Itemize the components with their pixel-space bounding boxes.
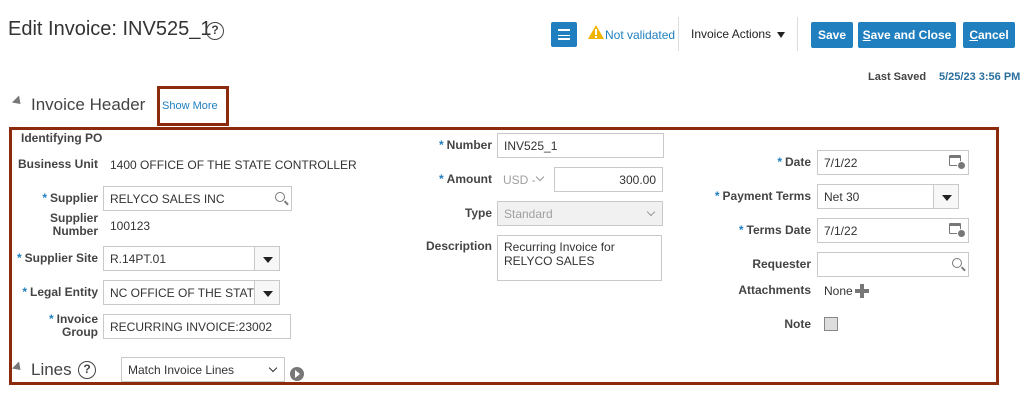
terms-date-value: 7/1/22: [824, 223, 858, 238]
required-marker: *: [42, 191, 47, 205]
save-and-close-button[interactable]: Save and Close: [858, 22, 956, 48]
date-value: 7/1/22: [824, 155, 858, 170]
match-select-value: Match Invoice Lines: [128, 362, 235, 377]
amount-input[interactable]: 300.00: [554, 167, 663, 192]
toolbar-divider: [797, 17, 798, 51]
legal-entity-label: * Legal Entity: [22, 285, 98, 299]
currency-value: USD -: [503, 172, 536, 187]
required-marker: *: [22, 285, 27, 299]
description-textarea[interactable]: [497, 235, 662, 281]
required-marker: *: [16, 251, 22, 265]
lines-title: Lines: [31, 360, 72, 379]
dropdown-button[interactable]: [933, 185, 958, 208]
last-saved-value: 5/25/23 3:56 PM: [939, 71, 1021, 83]
help-icon[interactable]: ?: [78, 361, 96, 379]
invoice-group-value: RECURRING INVOICE:23002: [110, 319, 273, 334]
business-unit-value: 1400 OFFICE OF THE STATE CONTROLLER: [110, 158, 357, 172]
attachments-label: Attachments: [738, 283, 811, 297]
chevron-down-icon: [268, 363, 278, 373]
list-view-icon: [558, 29, 570, 40]
cancel-label: ancel: [977, 28, 1009, 42]
note-label: Note: [784, 317, 811, 331]
calendar-icon[interactable]: [949, 155, 966, 170]
note-icon[interactable]: [824, 317, 838, 331]
supplier-site-select[interactable]: R.14PT.01: [103, 246, 280, 271]
last-saved-label: Last Saved: [868, 71, 927, 83]
required-marker: *: [439, 172, 444, 186]
supplier-site-value: R.14PT.01: [110, 251, 167, 266]
go-arrow-icon[interactable]: [290, 367, 304, 381]
search-icon[interactable]: [952, 258, 962, 268]
description-label: Description: [425, 239, 492, 253]
terms-date-label: * Terms Date: [738, 223, 811, 237]
invoice-group-input[interactable]: RECURRING INVOICE:23002: [103, 314, 291, 339]
match-invoice-lines-select[interactable]: Match Invoice Lines: [121, 357, 285, 382]
amount-value: 300.00: [619, 172, 656, 187]
business-unit-label: Business Unit: [17, 157, 98, 171]
search-icon[interactable]: [275, 192, 285, 202]
validation-status-link[interactable]: Not validated: [605, 28, 675, 42]
supplier-value: RELYCO SALES INC: [110, 191, 225, 206]
type-label: Type: [464, 206, 492, 220]
date-label: * Date: [777, 155, 811, 169]
attachments-value: None: [824, 284, 853, 298]
number-input[interactable]: INV525_1: [497, 133, 664, 158]
dropdown-button[interactable]: [254, 247, 279, 270]
dropdown-button[interactable]: [254, 281, 279, 304]
chevron-down-icon: [646, 207, 656, 217]
toolbar-divider: [678, 17, 679, 51]
collapse-triangle-icon[interactable]: [11, 95, 25, 108]
view-toggle-button[interactable]: [551, 22, 577, 47]
type-select: Standard: [497, 201, 663, 226]
invoice-header-title: Invoice Header: [31, 95, 146, 114]
supplier-input[interactable]: RELYCO SALES INC: [103, 186, 292, 211]
required-marker: *: [777, 155, 782, 169]
required-marker: *: [714, 189, 720, 203]
supplier-number-label: Supplier Number: [49, 211, 98, 238]
show-more-link[interactable]: Show More: [162, 100, 218, 112]
payment-terms-label: * Payment Terms: [714, 189, 811, 203]
payment-terms-select[interactable]: Net 30: [817, 184, 959, 209]
cancel-button[interactable]: Cancel: [963, 22, 1015, 48]
supplier-number-value: 100123: [110, 219, 151, 233]
page-title: Edit Invoice: INV525_1: [8, 18, 212, 40]
help-icon[interactable]: ?: [206, 22, 224, 40]
invoice-group-label: * Invoice Group: [48, 312, 98, 339]
add-attachment-icon[interactable]: [855, 284, 869, 298]
identifying-po-label: Identifying PO: [21, 131, 103, 145]
invoice-actions-label: Invoice Actions: [691, 27, 772, 41]
currency-select: USD -: [497, 167, 549, 192]
cancel-accesskey: C: [969, 28, 978, 42]
amount-label: * Amount: [439, 172, 492, 186]
payment-terms-value: Net 30: [824, 189, 860, 204]
supplier-label: * Supplier: [42, 191, 98, 205]
invoice-actions-menu[interactable]: Invoice Actions: [691, 27, 786, 41]
requester-input[interactable]: [817, 252, 969, 277]
save-and-close-label: ave and Close: [870, 28, 952, 42]
save-button[interactable]: Save: [811, 22, 853, 48]
calendar-icon[interactable]: [949, 223, 966, 238]
terms-date-input[interactable]: 7/1/22: [817, 218, 969, 243]
chevron-down-icon: [535, 172, 545, 182]
dropdown-caret-icon: [777, 31, 786, 38]
type-value: Standard: [504, 206, 553, 221]
date-input[interactable]: 7/1/22: [817, 150, 969, 175]
legal-entity-select[interactable]: NC OFFICE OF THE STATE: [103, 280, 280, 305]
warning-icon: [588, 25, 604, 39]
legal-entity-value: NC OFFICE OF THE STATE: [110, 285, 263, 300]
required-marker: *: [738, 223, 744, 237]
requester-label: Requester: [752, 257, 811, 271]
supplier-site-label: * Supplier Site: [16, 251, 98, 265]
required-marker: *: [438, 138, 444, 152]
number-value: INV525_1: [504, 138, 558, 153]
save-and-close-accesskey: S: [862, 28, 871, 42]
number-label: * Number: [438, 138, 492, 152]
